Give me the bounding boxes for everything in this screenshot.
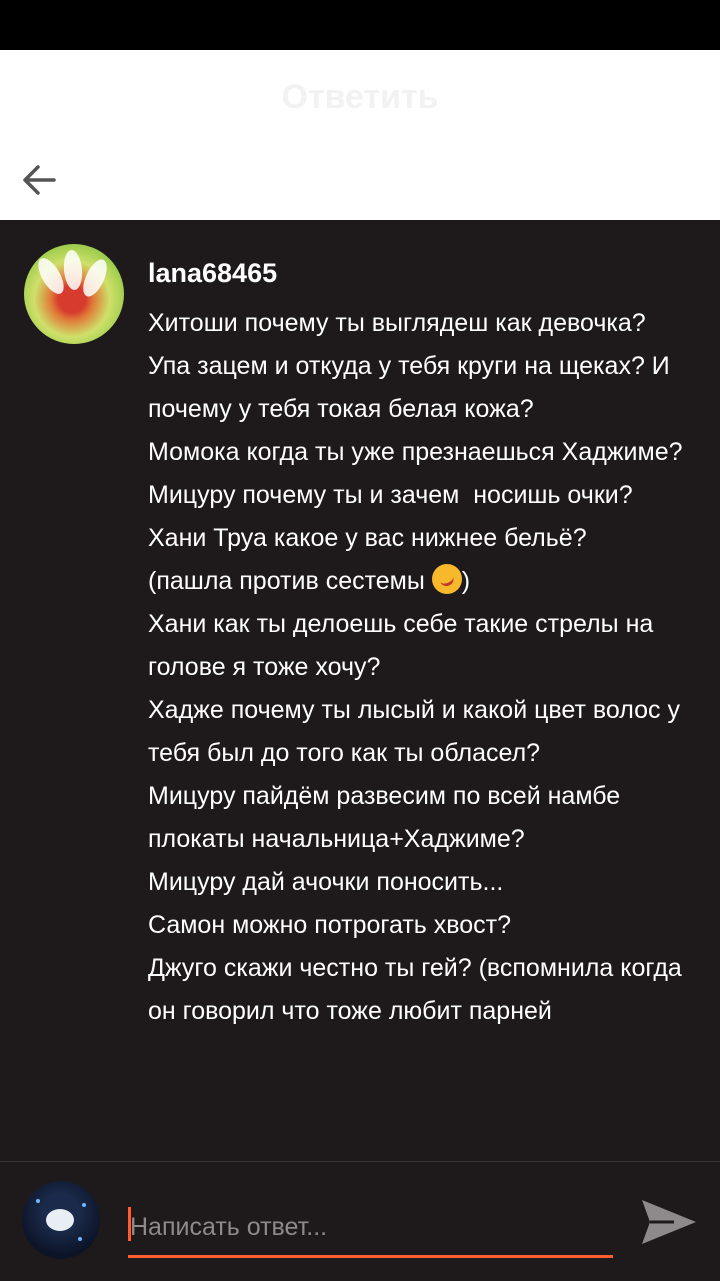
comment-body: Хитоши почему ты выглядеш как девочка? У… <box>148 309 689 1025</box>
page-title: Ответить <box>281 78 439 116</box>
author-username[interactable]: lana68465 <box>148 258 277 289</box>
status-bar <box>0 0 720 50</box>
author-avatar[interactable] <box>24 244 124 344</box>
header: Ответить <box>0 50 720 220</box>
back-button[interactable] <box>14 154 66 206</box>
user-avatar[interactable] <box>22 1181 100 1259</box>
arrow-left-icon <box>23 165 56 195</box>
comment-thread: lana68465 Хитоши почему ты выглядеш как … <box>0 220 720 1161</box>
reply-composer <box>0 1161 720 1281</box>
send-icon <box>642 1200 696 1244</box>
laughing-emoji-icon <box>431 564 462 594</box>
reply-input[interactable] <box>128 1200 613 1258</box>
text-cursor <box>128 1207 131 1241</box>
send-button[interactable] <box>636 1190 700 1254</box>
